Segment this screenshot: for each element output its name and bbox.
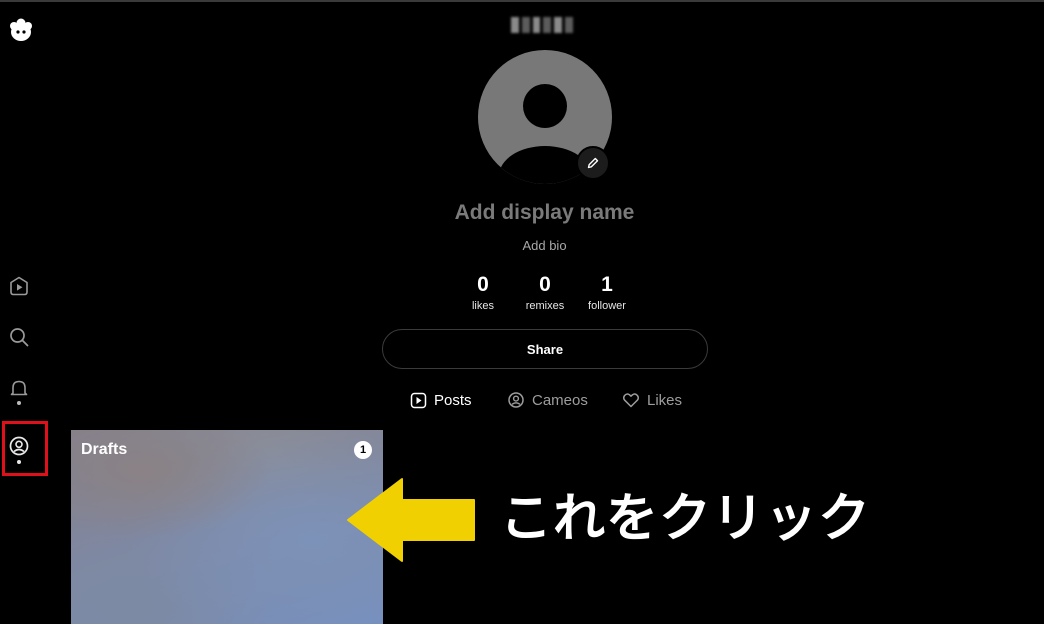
tab-cameos[interactable]: Cameos <box>507 389 588 411</box>
tab-likes[interactable]: Likes <box>622 389 682 411</box>
stat-followers[interactable]: 1 follower <box>567 272 647 312</box>
stat-followers-label: follower <box>588 300 626 312</box>
tab-cameos-label: Cameos <box>532 391 588 409</box>
tab-posts[interactable]: Posts <box>410 389 472 411</box>
username-blurred <box>511 17 573 33</box>
sidebar-item-feed[interactable] <box>7 274 31 298</box>
pencil-icon <box>587 157 599 169</box>
profile-icon <box>508 392 524 408</box>
profile-highlight-box <box>2 421 48 476</box>
drafts-tile[interactable]: Drafts 1 <box>71 430 383 624</box>
bio-placeholder[interactable]: Add bio <box>0 238 1044 253</box>
bell-icon <box>10 380 28 396</box>
sidebar-item-notifications[interactable] <box>7 377 31 401</box>
tab-likes-label: Likes <box>647 391 683 409</box>
stat-followers-value: 1 <box>601 273 613 296</box>
window-top-border <box>0 0 1044 2</box>
drafts-count-badge: 1 <box>354 441 372 459</box>
app-logo-icon[interactable] <box>8 18 34 44</box>
annotation-text: これをクリック <box>500 490 872 548</box>
tab-posts-label: Posts <box>434 391 472 409</box>
search-icon <box>10 328 29 347</box>
play-icon <box>410 392 427 408</box>
arrow-left-icon <box>347 478 475 562</box>
play-icon <box>10 276 28 296</box>
heart-icon <box>622 393 640 408</box>
edit-avatar-button[interactable] <box>576 146 610 180</box>
notification-dot <box>17 401 21 405</box>
sidebar-item-search[interactable] <box>7 325 31 349</box>
drafts-label: Drafts <box>81 441 128 458</box>
share-button[interactable]: Share <box>382 329 708 369</box>
display-name-placeholder[interactable]: Add display name <box>0 201 1044 225</box>
